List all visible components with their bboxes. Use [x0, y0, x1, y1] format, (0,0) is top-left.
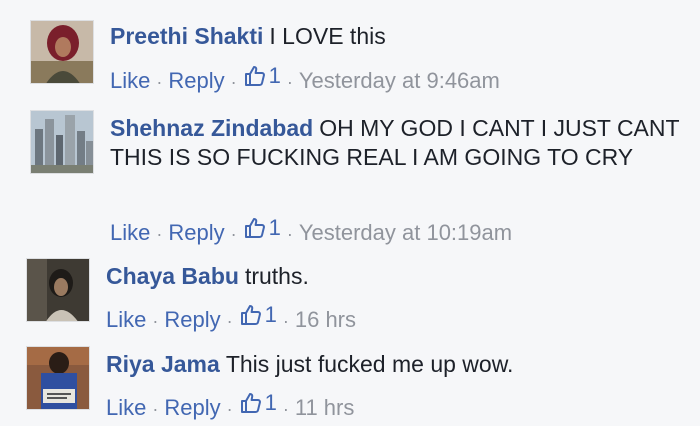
timestamp[interactable]: Yesterday at 10:19am: [299, 220, 512, 245]
comment: Chaya Babu truths. Like · Reply · 1 · 16 hrs: [0, 250, 700, 338]
comment: Riya Jama This just fucked me up wow. Lik…: [0, 338, 700, 426]
separator: ·: [286, 72, 293, 92]
timestamp[interactable]: 11 hrs: [295, 395, 355, 420]
like-button[interactable]: Like: [110, 220, 150, 245]
separator: ·: [230, 72, 237, 92]
like-button[interactable]: Like: [110, 68, 150, 93]
comment-author[interactable]: Chaya Babu: [106, 263, 239, 289]
separator: ·: [282, 399, 289, 419]
separator: ·: [230, 224, 237, 244]
separator: ·: [152, 399, 159, 419]
comment-author[interactable]: Riya Jama: [106, 351, 220, 377]
comment-text: This just fucked me up wow.: [225, 351, 514, 377]
like-count[interactable]: 1: [243, 214, 281, 242]
separator: ·: [156, 72, 163, 92]
reply-button[interactable]: Reply: [168, 220, 224, 245]
separator: ·: [156, 224, 163, 244]
separator: ·: [152, 311, 159, 331]
comment-author[interactable]: Shehnaz Zindabad: [110, 115, 313, 141]
comment: Shehnaz Zindabad OH MY GOD I CANT I JUST …: [0, 100, 700, 250]
avatar[interactable]: [30, 110, 94, 174]
avatar[interactable]: [30, 20, 94, 84]
comment-actions: Like · Reply · 1 · Yesterday at 10:19am: [110, 214, 512, 248]
like-button[interactable]: Like: [106, 395, 146, 420]
comment-text: truths.: [244, 263, 309, 289]
separator: ·: [226, 311, 233, 331]
thumbs-up-icon: [240, 393, 261, 413]
avatar[interactable]: [26, 258, 90, 322]
comment-text: I LOVE this: [269, 23, 386, 49]
thumbs-up-icon: [244, 218, 265, 238]
like-count[interactable]: 1: [239, 389, 277, 417]
reply-button[interactable]: Reply: [168, 68, 224, 93]
thumbs-up-icon: [244, 66, 265, 86]
like-button[interactable]: Like: [106, 307, 146, 332]
thumbs-up-icon: [240, 305, 261, 325]
reply-button[interactable]: Reply: [164, 307, 220, 332]
timestamp[interactable]: 16 hrs: [295, 307, 356, 332]
like-count[interactable]: 1: [243, 62, 281, 90]
comment: Preethi Shakti I LOVE this Like · Reply · 1 · Y…: [0, 0, 700, 100]
separator: ·: [282, 311, 289, 331]
comment-actions: Like · Reply · 1 · Yesterday at 9:46am: [110, 62, 500, 96]
separator: ·: [226, 399, 233, 419]
comment-actions: Like · Reply · 1 · 11 hrs: [106, 389, 354, 423]
timestamp[interactable]: Yesterday at 9:46am: [299, 68, 500, 93]
like-count[interactable]: 1: [239, 301, 277, 329]
comment-actions: Like · Reply · 1 · 16 hrs: [106, 301, 356, 335]
comment-author[interactable]: Preethi Shakti: [110, 23, 263, 49]
avatar[interactable]: [26, 346, 90, 410]
separator: ·: [286, 224, 293, 244]
reply-button[interactable]: Reply: [164, 395, 220, 420]
